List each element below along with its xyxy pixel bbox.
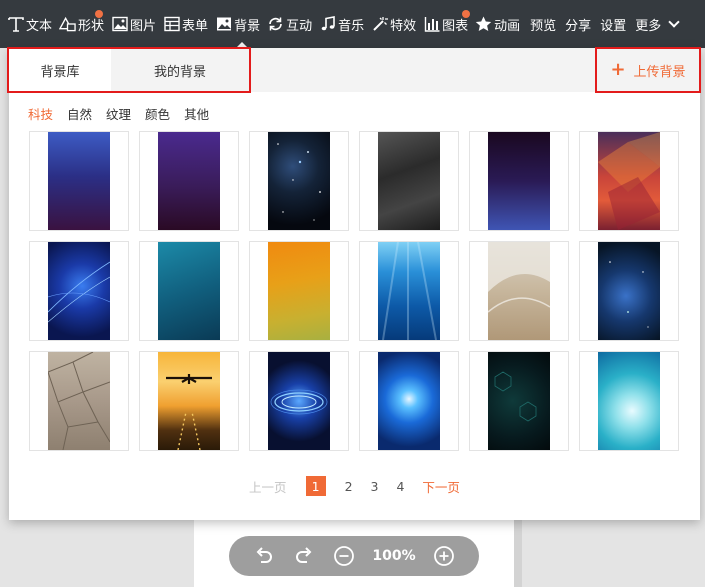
toolbar-text-label: 文本 [26, 18, 53, 34]
prev-page-button[interactable]: 上一页 [249, 477, 287, 496]
tab-background-library[interactable]: 背景库 [9, 48, 111, 92]
new-badge [462, 10, 471, 18]
category-filter: 科技 自然 纹理 颜色 其他 [28, 104, 223, 123]
toolbar-music-button[interactable]: 音乐 [319, 0, 364, 48]
background-thumbnail-dark-teal-hexagons[interactable] [469, 351, 569, 451]
form-icon [163, 16, 180, 33]
toolbar-form-button[interactable]: 表单 [163, 0, 208, 48]
zoom-control-bar: 100% [229, 536, 479, 576]
category-color[interactable]: 颜色 [145, 104, 170, 123]
background-thumbnail-purple-gradient[interactable] [139, 131, 239, 231]
preview-button[interactable]: 预览 [530, 0, 556, 48]
category-other[interactable]: 其他 [184, 104, 209, 123]
page-4-button[interactable]: 4 [396, 479, 404, 494]
background-thumbnail-beige-wave[interactable] [469, 241, 569, 341]
shape-icon [59, 16, 76, 33]
category-tech[interactable]: 科技 [28, 104, 53, 123]
toolbar-music-label: 音乐 [338, 18, 365, 34]
toolbar-effects-button[interactable]: 特效 [371, 0, 416, 48]
new-badge [95, 10, 104, 18]
redo-button[interactable] [293, 545, 315, 567]
toolbar-shape-button[interactable]: 形状 [59, 0, 104, 48]
background-icon [215, 16, 232, 33]
background-thumbnail-underwater-rays[interactable] [359, 241, 459, 341]
background-thumbnail-blue-nebula[interactable] [579, 241, 679, 341]
zoom-level: 100% [372, 548, 416, 564]
upload-background-button[interactable]: + 上传背景 [597, 48, 699, 92]
background-thumbnail-stone-tiles[interactable] [29, 351, 129, 451]
plus-icon: + [610, 59, 626, 80]
zoom-out-button[interactable] [333, 545, 355, 567]
toolbar-effects-label: 特效 [390, 18, 417, 34]
background-thumbnail-teal-gradient[interactable] [139, 241, 239, 341]
background-thumbnail-starry-space[interactable] [249, 131, 349, 231]
toolbar-background-button[interactable]: 背景 [215, 0, 260, 48]
page-1-button[interactable]: 1 [305, 476, 326, 496]
background-thumbnail-blue-light-burst[interactable] [359, 351, 459, 451]
category-nature[interactable]: 自然 [67, 104, 92, 123]
toolbar-form-label: 表单 [182, 18, 209, 34]
more-menu-button[interactable]: 更多 [635, 0, 680, 48]
effects-icon [371, 16, 388, 33]
redo-icon [296, 547, 312, 563]
upload-background-label: 上传背景 [633, 64, 686, 80]
toolbar-text-button[interactable]: 文本 [7, 0, 52, 48]
background-thumbnail-red-polygon[interactable] [579, 131, 679, 231]
share-button[interactable]: 分享 [565, 0, 591, 48]
undo-button[interactable] [253, 545, 275, 567]
background-thumbnail-dark-grey[interactable] [359, 131, 459, 231]
toolbar-chart-button[interactable]: 图表 [423, 0, 471, 48]
page-3-button[interactable]: 3 [371, 479, 379, 494]
toolbar-image-label: 图片 [130, 18, 157, 34]
toolbar-image-button[interactable]: 图片 [111, 0, 156, 48]
undo-icon [256, 547, 273, 563]
interact-icon [267, 16, 284, 33]
next-page-button[interactable]: 下一页 [422, 477, 460, 496]
toolbar-interact-label: 互动 [286, 18, 313, 34]
top-toolbar: 文本 形状 图片 表单 背景 互动 音乐 特效 图表 动画 预览 分享 设置 更… [0, 0, 705, 48]
category-texture[interactable]: 纹理 [106, 104, 131, 123]
zoom-in-icon [433, 546, 454, 566]
toolbar-animation-button[interactable]: 动画 [475, 0, 520, 48]
pagination: 上一页 1 2 3 4 下一页 [9, 476, 700, 496]
background-thumbnail-blue-light-rings[interactable] [249, 351, 349, 451]
background-picker-panel: 背景库 我的背景 + 上传背景 科技 自然 纹理 颜色 其他 上一页 1 2 3… [7, 47, 701, 520]
tab-my-backgrounds[interactable]: 我的背景 [111, 48, 249, 92]
panel-header: 背景库 我的背景 + 上传背景 [9, 48, 700, 92]
image-icon [111, 16, 128, 33]
toolbar-interact-button[interactable]: 互动 [267, 0, 312, 48]
chevron-down-icon [668, 16, 680, 28]
background-thumbnail-airplane-sunset[interactable] [139, 351, 239, 451]
background-thumbnail-blue-gradient[interactable] [29, 131, 129, 231]
chart-icon [423, 16, 440, 33]
toolbar-animation-label: 动画 [494, 18, 521, 34]
toolbar-background-label: 背景 [234, 18, 261, 34]
zoom-out-icon [334, 546, 355, 566]
background-thumbnail-orange-gradient[interactable] [249, 241, 349, 341]
text-icon [7, 16, 24, 33]
settings-button[interactable]: 设置 [600, 0, 626, 48]
star-icon [475, 16, 492, 33]
more-label: 更多 [635, 18, 662, 34]
zoom-in-button[interactable] [433, 545, 455, 567]
background-thumbnail-dark-to-blue[interactable] [469, 131, 569, 231]
music-icon [319, 16, 336, 33]
background-thumbnail-blue-light-streaks[interactable] [29, 241, 129, 341]
canvas-shadow [514, 520, 522, 587]
page-2-button[interactable]: 2 [345, 479, 353, 494]
background-thumbnail-teal-glow[interactable] [579, 351, 679, 451]
